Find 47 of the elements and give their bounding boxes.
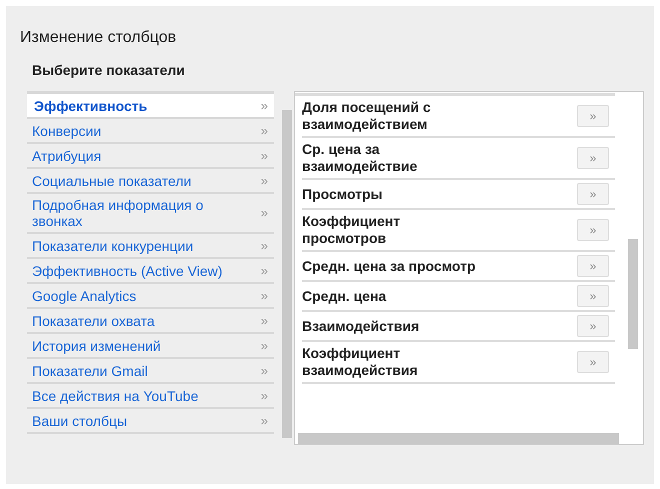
scrollbar[interactable] bbox=[282, 110, 292, 438]
metric-label: Доля посещений с взаимодействием bbox=[302, 99, 432, 133]
metric-label: Коэффициент взаимодействия bbox=[302, 345, 419, 379]
metric-label: Просмотры bbox=[302, 186, 384, 202]
chevron-icon: » bbox=[260, 262, 268, 278]
category-item[interactable]: Эффективность » bbox=[27, 94, 274, 119]
chevron-icon: » bbox=[260, 388, 268, 404]
dialog-title: Изменение столбцов bbox=[20, 28, 178, 48]
chevron-icon: » bbox=[260, 312, 268, 328]
category-item[interactable]: Все действия на YouTube » bbox=[27, 384, 274, 409]
add-button[interactable]: » bbox=[577, 351, 609, 373]
chevron-icon: » bbox=[260, 98, 268, 114]
add-button[interactable]: » bbox=[577, 285, 609, 307]
chevron-icon: » bbox=[260, 205, 268, 221]
category-item[interactable]: Социальные показатели » bbox=[27, 169, 274, 194]
add-button[interactable]: » bbox=[577, 219, 609, 241]
add-button[interactable]: » bbox=[577, 105, 609, 127]
add-button[interactable]: » bbox=[577, 255, 609, 277]
scrollbar[interactable] bbox=[298, 433, 619, 444]
chevron-icon: » bbox=[260, 362, 268, 378]
add-button[interactable]: » bbox=[577, 315, 609, 337]
category-item[interactable]: Показатели Gmail » bbox=[27, 359, 274, 384]
metric-label: Средн. цена за просмотр bbox=[302, 258, 476, 274]
category-item[interactable]: Показатели охвата » bbox=[27, 309, 274, 334]
chevron-icon: » bbox=[260, 238, 268, 254]
category-item[interactable]: История изменений » bbox=[27, 334, 274, 359]
category-item[interactable]: Эффективность (Active View) » bbox=[27, 259, 274, 284]
category-item[interactable]: Атрибуция » bbox=[27, 144, 274, 169]
category-item[interactable]: Конверсии » bbox=[27, 119, 274, 144]
category-item[interactable]: Google Analytics » bbox=[27, 284, 274, 309]
metric-label: Взаимодействия bbox=[302, 318, 420, 334]
chevron-icon: » bbox=[260, 338, 268, 354]
chevron-icon: » bbox=[260, 148, 268, 164]
category-item[interactable]: Подробная информация о звонках » bbox=[27, 194, 274, 234]
metric-label: Коэффициент просмотров bbox=[302, 213, 402, 247]
add-button[interactable]: » bbox=[577, 147, 609, 169]
metric-label: Ср. цена за взаимодействие bbox=[302, 141, 418, 175]
category-item[interactable]: Ваши столбцы » bbox=[27, 409, 274, 434]
section-heading: Выберите показатели bbox=[32, 61, 186, 80]
metric-label: Средн. цена bbox=[302, 288, 388, 304]
chevron-icon: » bbox=[260, 412, 268, 428]
category-item[interactable]: Показатели конкуренции » bbox=[27, 234, 274, 259]
chevron-icon: » bbox=[260, 122, 268, 138]
chevron-icon: » bbox=[260, 172, 268, 188]
chevron-icon: » bbox=[260, 288, 268, 304]
add-button[interactable]: » bbox=[577, 183, 609, 205]
scrollbar[interactable] bbox=[628, 239, 638, 349]
